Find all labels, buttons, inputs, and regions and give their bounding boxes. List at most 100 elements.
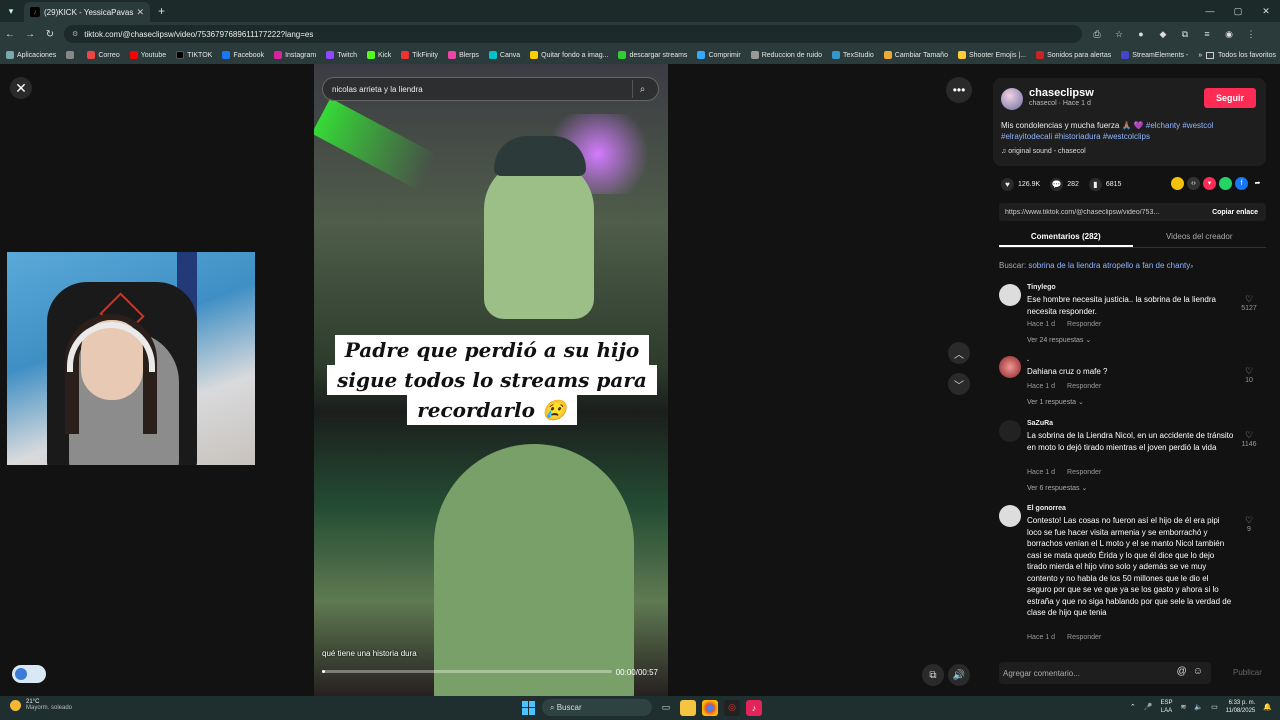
picture-in-picture-icon[interactable]: ⧉ (922, 664, 944, 686)
comment-like[interactable]: ♡ 10 (1238, 366, 1260, 384)
minimize-icon[interactable]: — (1196, 0, 1224, 22)
next-video-icon[interactable]: ﹀ (948, 373, 970, 395)
publish-button[interactable]: Publicar (1233, 668, 1262, 677)
previous-video-icon[interactable]: ︿ (948, 342, 970, 364)
send-icon[interactable]: ▾ (1203, 177, 1216, 190)
bookmark-kick[interactable]: Kick (367, 51, 391, 59)
bookmark-shooter[interactable]: Shooter Emojis |... (957, 51, 1026, 59)
menu-icon[interactable]: ⋮ (1244, 29, 1258, 40)
file-explorer-icon[interactable] (680, 699, 696, 716)
back-icon[interactable]: ← (0, 29, 20, 40)
maximize-icon[interactable]: ▢ (1224, 0, 1252, 22)
extension-icon[interactable]: ● (1134, 29, 1148, 40)
tiktok-app-icon[interactable]: ♪ (746, 699, 762, 716)
video-player[interactable]: nicolas arrieta y la liendra ⌕ Padre que… (314, 64, 668, 696)
mention-icon[interactable]: @ (1177, 666, 1187, 677)
video-progress-bar[interactable] (322, 670, 612, 673)
mic-icon[interactable]: 🎤 (1144, 703, 1153, 711)
autoscroll-toggle[interactable] (12, 665, 46, 683)
search-icon[interactable]: ⌕ (632, 80, 652, 98)
like-button[interactable]: ♥ 126.9K (1001, 178, 1040, 191)
install-app-icon[interactable]: ⎙ (1090, 29, 1104, 40)
notification-icon[interactable]: 🔔 (1263, 703, 1272, 711)
profile-icon[interactable]: ◉ (1222, 29, 1236, 40)
bookmark-streamelements[interactable]: StreamElements - (1121, 51, 1188, 59)
bookmark-twitch[interactable]: Twitch (326, 51, 357, 59)
comment-button[interactable]: 💬 282 (1050, 178, 1079, 191)
more-options-icon[interactable]: ••• (946, 77, 972, 103)
bookmark-sonidos[interactable]: Sonidos para alertas (1036, 51, 1111, 59)
reload-icon[interactable]: ↻ (40, 29, 60, 40)
comment-like[interactable]: ♡ 5127 (1238, 294, 1260, 312)
avatar[interactable] (999, 505, 1021, 527)
video-search-input[interactable]: nicolas arrieta y la liendra ⌕ (322, 77, 659, 101)
forward-icon[interactable]: → (20, 29, 40, 40)
embed-icon[interactable]: ‹› (1187, 177, 1200, 190)
bookmark-canva[interactable]: Canva (488, 51, 520, 59)
gift-icon[interactable] (1171, 177, 1184, 190)
windows-start-icon[interactable] (522, 700, 536, 715)
facebook-icon[interactable]: f (1235, 177, 1248, 190)
comment-user[interactable]: El gonorrea (1027, 505, 1066, 512)
close-tab-icon[interactable]: ✕ (136, 7, 144, 18)
clock[interactable]: 6:33 p. m. 11/08/2025 (1226, 699, 1256, 715)
comment-input[interactable]: Agregar comentario... @ ☺ (999, 662, 1211, 684)
whatsapp-icon[interactable] (1219, 177, 1232, 190)
creator-username[interactable]: chaseclipsw (1029, 87, 1094, 99)
reply-button[interactable]: Responder (1067, 321, 1101, 328)
tab-list-icon[interactable]: ▾ (0, 0, 22, 22)
url-field[interactable]: ⚙ tiktok.com/@chaseclipsw/video/75367976… (64, 25, 1082, 43)
bookmark-descargar[interactable]: descargar streams (618, 51, 687, 59)
bookmark-facebook[interactable]: Facebook (222, 51, 264, 59)
comment-like[interactable]: ♡ 9 (1238, 515, 1260, 533)
volume-icon[interactable]: 🔊 (948, 664, 970, 686)
bookmark-reduccion[interactable]: Reduccion de ruido (750, 51, 822, 59)
comment-user[interactable]: . (1027, 356, 1029, 363)
language-indicator[interactable]: ESP LAA (1160, 699, 1172, 715)
speaker-icon[interactable]: 🔈 (1194, 703, 1203, 711)
avatar[interactable] (999, 420, 1021, 442)
browser-tab[interactable]: ♪ (29)KICK - YessicaPavas 💚 ✕ (24, 2, 150, 22)
avatar[interactable] (1001, 88, 1023, 110)
avatar[interactable] (999, 356, 1021, 378)
copy-link-button[interactable]: Copiar enlace (1204, 209, 1266, 216)
search-suggestion[interactable]: Buscar: sobrina de la liendra atropello … (999, 261, 1194, 271)
bookmark-mail[interactable]: Correo (87, 51, 120, 59)
reply-button[interactable]: Responder (1067, 469, 1101, 476)
sound-link[interactable]: ♫ original sound - chasecol (1001, 148, 1086, 155)
save-button[interactable]: ▮ 6815 (1088, 178, 1121, 191)
reading-list-icon[interactable]: ≡ (1200, 29, 1214, 40)
site-info-icon[interactable]: ⚙ (72, 30, 78, 38)
extension-icon-2[interactable]: ◆ (1156, 29, 1170, 40)
puzzle-icon[interactable]: ⧉ (1178, 29, 1192, 40)
bookmark-texstudio[interactable]: TexStudio (832, 51, 874, 59)
comment-user[interactable]: Tinylego (1027, 284, 1056, 291)
chrome-icon[interactable] (702, 699, 718, 716)
bookmark-star-icon[interactable]: ☆ (1112, 29, 1126, 40)
all-favorites[interactable]: Todos los favoritos (1206, 46, 1276, 64)
reply-button[interactable]: Responder (1067, 383, 1101, 390)
close-window-icon[interactable]: ✕ (1252, 0, 1280, 22)
comment-user[interactable]: SaZuRa (1027, 420, 1053, 427)
emoji-icon[interactable]: ☺ (1193, 666, 1203, 677)
bookmark-apps[interactable]: Aplicaciones (6, 51, 56, 59)
task-view-icon[interactable]: ▭ (658, 700, 674, 716)
wifi-icon[interactable]: ≋ (1180, 703, 1186, 711)
bookmark-blerps[interactable]: Blerps (448, 51, 479, 59)
view-replies-button[interactable]: Ver 1 respuesta ⌄ (1027, 398, 1084, 406)
bookmark-quitar-fondo[interactable]: Quitar fondo a imag... (530, 51, 608, 59)
tab-comments[interactable]: Comentarios (282) (999, 228, 1133, 247)
battery-icon[interactable]: ▭ (1211, 703, 1218, 711)
share-arrow-icon[interactable]: ➦ (1251, 177, 1264, 190)
follow-button[interactable]: Seguir (1204, 88, 1256, 108)
bookmark-cambiar[interactable]: Cambiar Tamaño (883, 51, 948, 59)
bookmark-youtube[interactable]: Youtube (129, 51, 166, 59)
chevron-up-icon[interactable]: ⌃ (1130, 703, 1136, 711)
view-replies-button[interactable]: Ver 24 respuestas ⌄ (1027, 336, 1091, 344)
new-tab-icon[interactable]: + (158, 4, 165, 18)
reply-button[interactable]: Responder (1067, 634, 1101, 641)
bookmark-comprimir[interactable]: Comprimir (697, 51, 741, 59)
app-icon[interactable]: ◎ (724, 699, 740, 716)
bookmark-instagram[interactable]: Instagram (274, 51, 316, 59)
bookmarks-overflow[interactable]: » (1198, 52, 1202, 59)
